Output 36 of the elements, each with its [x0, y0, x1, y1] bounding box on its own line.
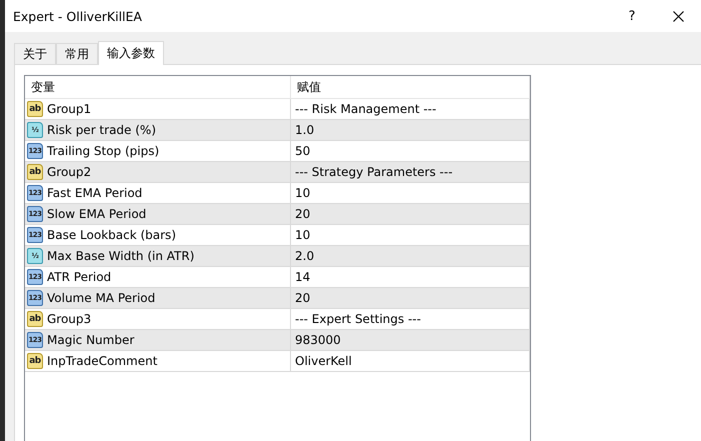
- parameter-name: Group3: [47, 312, 92, 326]
- window-title: Expert - OlliverKillEA: [13, 8, 143, 24]
- type-icon: ab: [27, 164, 43, 180]
- parameter-value[interactable]: 10: [291, 225, 530, 245]
- parameter-name: Slow EMA Period: [47, 207, 146, 221]
- parameter-value[interactable]: --- Risk Management ---: [291, 99, 530, 119]
- parameter-name: Fast EMA Period: [47, 186, 142, 200]
- tab[interactable]: 关于: [14, 43, 56, 64]
- parameter-value[interactable]: 10: [291, 183, 530, 203]
- parameter-name: Volume MA Period: [47, 291, 156, 305]
- type-icon: ab: [27, 353, 43, 369]
- parameter-name: Magic Number: [47, 333, 134, 347]
- parameter-value[interactable]: --- Expert Settings ---: [291, 309, 530, 329]
- parameter-name: ATR Period: [47, 270, 112, 284]
- parameter-value[interactable]: 20: [291, 288, 530, 308]
- parameter-name: Max Base Width (in ATR): [47, 249, 194, 263]
- parameter-name: Group1: [47, 102, 92, 116]
- help-button[interactable]: ?: [609, 0, 655, 32]
- parameter-value[interactable]: OliverKell: [291, 351, 530, 371]
- type-icon: ab: [27, 101, 43, 117]
- parameter-value[interactable]: 14: [291, 267, 530, 287]
- parameter-value[interactable]: 20: [291, 204, 530, 224]
- tab[interactable]: 常用: [56, 43, 98, 64]
- parameter-value[interactable]: 1.0: [291, 120, 530, 140]
- parameter-name: Trailing Stop (pips): [47, 144, 160, 158]
- type-icon: ab: [27, 311, 43, 327]
- parameter-name: InpTradeComment: [47, 354, 158, 368]
- parameter-value[interactable]: 2.0: [291, 246, 530, 266]
- parameter-value[interactable]: 983000: [291, 330, 530, 350]
- tab[interactable]: 输入参数: [98, 41, 164, 65]
- close-icon: [672, 10, 684, 22]
- parameter-name: Group2: [47, 165, 92, 179]
- parameter-value[interactable]: 50: [291, 141, 530, 161]
- parameter-value[interactable]: --- Strategy Parameters ---: [291, 162, 530, 182]
- parameter-name: Base Lookback (bars): [47, 228, 176, 242]
- parameter-name: Risk per trade (%): [47, 123, 156, 137]
